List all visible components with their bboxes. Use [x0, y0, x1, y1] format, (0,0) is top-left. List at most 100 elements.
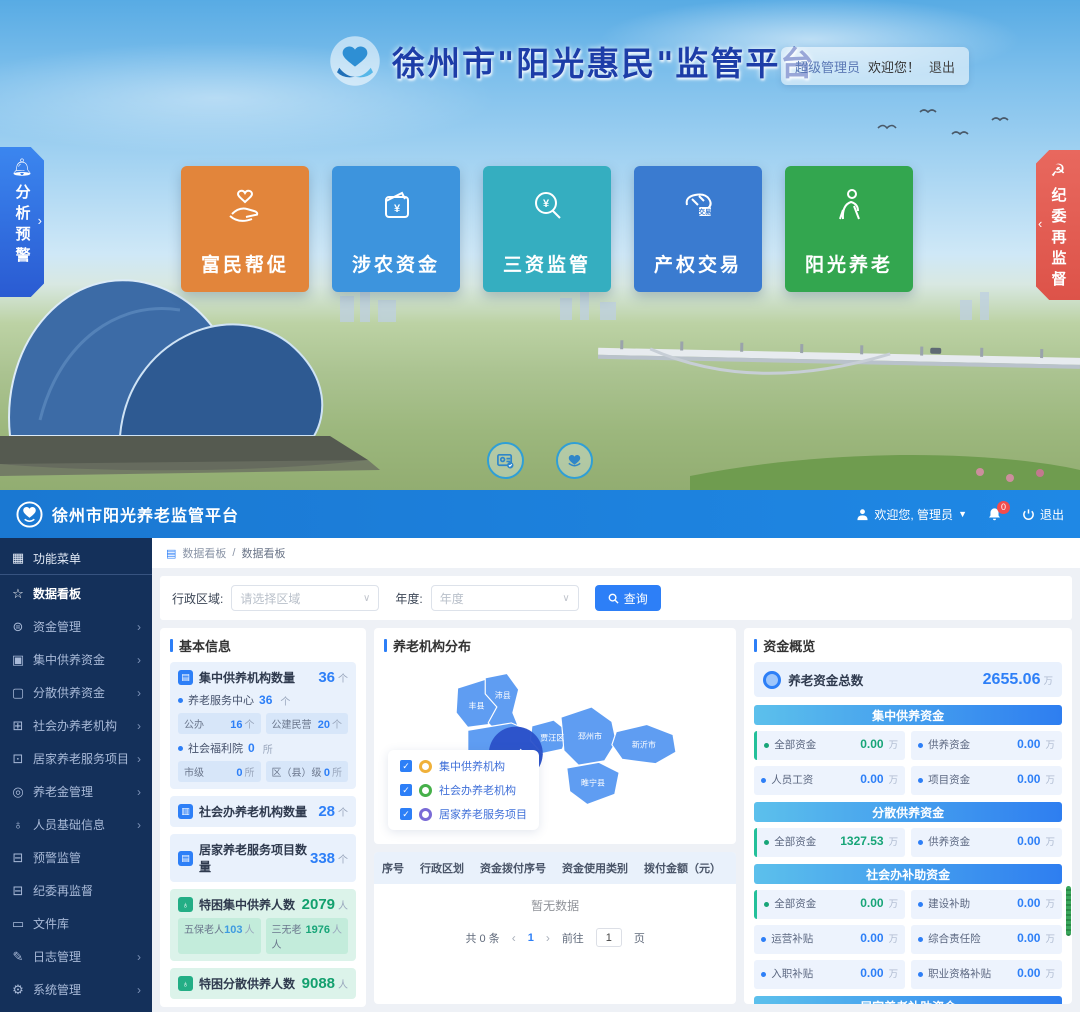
map-label-jiawang: 贾汪区 [540, 733, 564, 742]
sidebar-item-personnel-info[interactable]: ♁ 人员基础信息› [0, 808, 152, 841]
jiwei-supervision-banner[interactable]: ☭ 纪委再监督 ‹ [1036, 150, 1080, 300]
year-placeholder: 年度 [440, 590, 464, 607]
analysis-warning-banner[interactable]: 🔔︎ 分析预警 › [0, 147, 44, 297]
logout-link[interactable]: 退出 [929, 57, 955, 76]
welcome-user-text: 欢迎您, 管理员 [874, 506, 953, 523]
sidebar-item-system-mgmt[interactable]: ⚙ 系统管理› [0, 973, 152, 1006]
doc-icon: ▤ [178, 851, 193, 866]
stat-card-centralized-institutions: ▤ 集中供养机构数量 36 个 养老服务中心 36 个 [170, 662, 356, 789]
dashboard: 徐州市阳光养老监管平台 欢迎您, 管理员 ▼ 0 [0, 490, 1080, 1012]
tile-chanquan-jiaoyi[interactable]: 交易 产权交易 [634, 166, 762, 292]
sidebar-item-decentralized-funds[interactable]: ▢ 分散供养资金› [0, 676, 152, 709]
tile-fumin-bangcu[interactable]: 富民帮促 [181, 166, 309, 292]
map-label-pizhou: 邳州市 [578, 731, 602, 741]
sidebar-item-log-mgmt[interactable]: ✎ 日志管理› [0, 940, 152, 973]
legend-centralized-institutions[interactable]: ✓ 集中供养机构 [400, 758, 527, 774]
hero-user-box: 超级管理员 欢迎您！ 退出 [781, 47, 969, 85]
tile-yangguang-yanglao[interactable]: 阳光养老 [785, 166, 913, 292]
checkbox-checked-icon[interactable]: ✓ [400, 760, 412, 772]
col-fund-category: 资金使用类别 [554, 852, 636, 884]
tile-sanzi-jianguan[interactable]: ¥ 三资监管 [483, 166, 611, 292]
goto-label: 前往 [562, 930, 584, 946]
banner-label: 分析预警 [12, 184, 33, 268]
prev-page-button[interactable]: ‹ [512, 931, 516, 945]
chevron-right-icon: › [137, 686, 141, 700]
breadcrumb-root[interactable]: 数据看板 [182, 545, 226, 561]
tile-label: 阳光养老 [805, 250, 893, 277]
fund-allocation-table-panel: 序号 行政区划 资金拨付序号 资金使用类别 拨付金额（元） 拨付日期 暂无数据 [374, 852, 736, 1004]
sidebar-item-fund-mgmt[interactable]: ⊜ 资金管理› [0, 610, 152, 643]
sidebar-item-file-library[interactable]: ▭ 文件库 [0, 907, 152, 940]
trade-icon: 交易 [675, 183, 721, 229]
building-icon: ⊞ [11, 718, 25, 734]
wallet-yuan-icon: ¥ [373, 183, 419, 229]
section-header-homecare-subsidy: 居家养老补助资金 [754, 996, 1062, 1004]
legend-homecare-projects[interactable]: ✓ 居家养老服务项目 [400, 806, 527, 822]
doc-icon: ▥ [178, 804, 193, 819]
page-number[interactable]: 1 [528, 932, 534, 944]
sidebar-item-warning-supervision[interactable]: ⊟ 预警监管 [0, 841, 152, 874]
sidebar-item-social-institutions[interactable]: ⊞ 社会办养老机构› [0, 709, 152, 742]
fund-stat-cell: 全部资金1327.53万 [754, 828, 905, 857]
region-select[interactable]: 请选择区域 ∨ [231, 585, 379, 611]
tile-shenong-zijin[interactable]: ¥ 涉农资金 [332, 166, 460, 292]
checkbox-checked-icon[interactable]: ✓ [400, 808, 412, 820]
sidebar-item-pension-mgmt[interactable]: ◎ 养老金管理› [0, 775, 152, 808]
col-region: 行政区划 [412, 852, 472, 884]
map-legend: ✓ 集中供养机构 ✓ 社会办养老机构 ✓ [388, 750, 539, 830]
chevron-right-icon: › [137, 719, 141, 733]
stat-chip: 公建民营20个 [266, 713, 349, 734]
dashboard-logo-icon [16, 501, 43, 528]
elder-person-icon [826, 183, 872, 229]
basic-info-panel: 基本信息 ▤ 集中供养机构数量 36 个 养老服务中心 [160, 628, 366, 1007]
legend-social-institutions[interactable]: ✓ 社会办养老机构 [400, 782, 527, 798]
screen-icon: ⊟ [11, 850, 25, 866]
gold-marker-icon [419, 760, 432, 773]
search-button[interactable]: 查询 [595, 585, 661, 611]
panel-title: 养老机构分布 [393, 636, 471, 655]
portal-hero: 徐州市"阳光惠民"监管平台 超级管理员 欢迎您！ 退出 富民帮促 ¥ [0, 0, 1080, 490]
sidebar-nav: ▦ 功能菜单 ☆ 数据看板 ⊜ 资金管理› ▣ 集中供养资金› ▢ 分散供养 [0, 538, 152, 1012]
sidebar-item-home-care-projects[interactable]: ⊡ 居家养老服务项目› [0, 742, 152, 775]
breadcrumb: ▤ 数据看板 / 数据看板 [152, 538, 1080, 568]
sidebar-item-jiwei-supervision[interactable]: ⊟ 纪委再监督 [0, 874, 152, 907]
total-funds-row: 养老资金总数 2655.06 万 [754, 662, 1062, 697]
sidebar-item-data-board[interactable]: ☆ 数据看板 [0, 577, 152, 610]
pagination: 共 0 条 ‹ 1 › 前往 页 [374, 924, 736, 947]
year-select[interactable]: 年度 ∨ [431, 585, 579, 611]
user-icon [856, 508, 869, 521]
chevron-left-icon[interactable]: ‹ [1038, 216, 1042, 231]
next-page-button[interactable]: › [546, 931, 550, 945]
institution-map-panel: 养老机构分布 [374, 628, 736, 844]
notifications-button[interactable]: 0 [987, 507, 1002, 522]
coin-icon: ◎ [11, 784, 25, 800]
section-header-decentralized: 分散供养资金 [754, 802, 1062, 822]
id-card-button[interactable] [487, 442, 524, 479]
section-header-social-subsidy: 社会办补助资金 [754, 864, 1062, 884]
chevron-right-icon[interactable]: › [38, 213, 42, 228]
user-menu[interactable]: 欢迎您, 管理员 ▼ [856, 506, 967, 523]
scrollbar-thumb[interactable] [1066, 886, 1071, 936]
breadcrumb-current: 数据看板 [241, 545, 285, 561]
care-heart-button[interactable] [556, 442, 593, 479]
svg-text:¥: ¥ [394, 203, 401, 215]
fund-stat-cell: 综合责任险0.00万 [911, 925, 1062, 954]
sidebar-item-centralized-funds[interactable]: ▣ 集中供养资金› [0, 643, 152, 676]
map-label-fengxian: 丰县 [469, 700, 485, 710]
stat-chip: 公办16个 [178, 713, 261, 734]
region-filter-label: 行政区域: [172, 590, 223, 607]
app-screen: 徐州市"阳光惠民"监管平台 超级管理员 欢迎您！ 退出 富民帮促 ¥ [0, 0, 1080, 1012]
notification-badge: 0 [997, 501, 1010, 514]
chevron-right-icon: › [137, 620, 141, 634]
person-icon: ♁ [178, 976, 193, 991]
green-marker-icon [419, 784, 432, 797]
purple-marker-icon [419, 808, 432, 821]
fund-stat-cell: 供养资金0.00万 [911, 731, 1062, 760]
chevron-right-icon: › [137, 950, 141, 964]
checkbox-checked-icon[interactable]: ✓ [400, 784, 412, 796]
goto-page-input[interactable] [596, 928, 622, 947]
stat-chip: 市级0所 [178, 761, 261, 782]
logout-button[interactable]: 退出 [1022, 506, 1064, 523]
map-label-xinyi: 新沂市 [632, 740, 656, 750]
funds-overview-panel: 资金概览 养老资金总数 2655.06 万 集中供养资金 全部资金0.00万 供… [744, 628, 1072, 1004]
